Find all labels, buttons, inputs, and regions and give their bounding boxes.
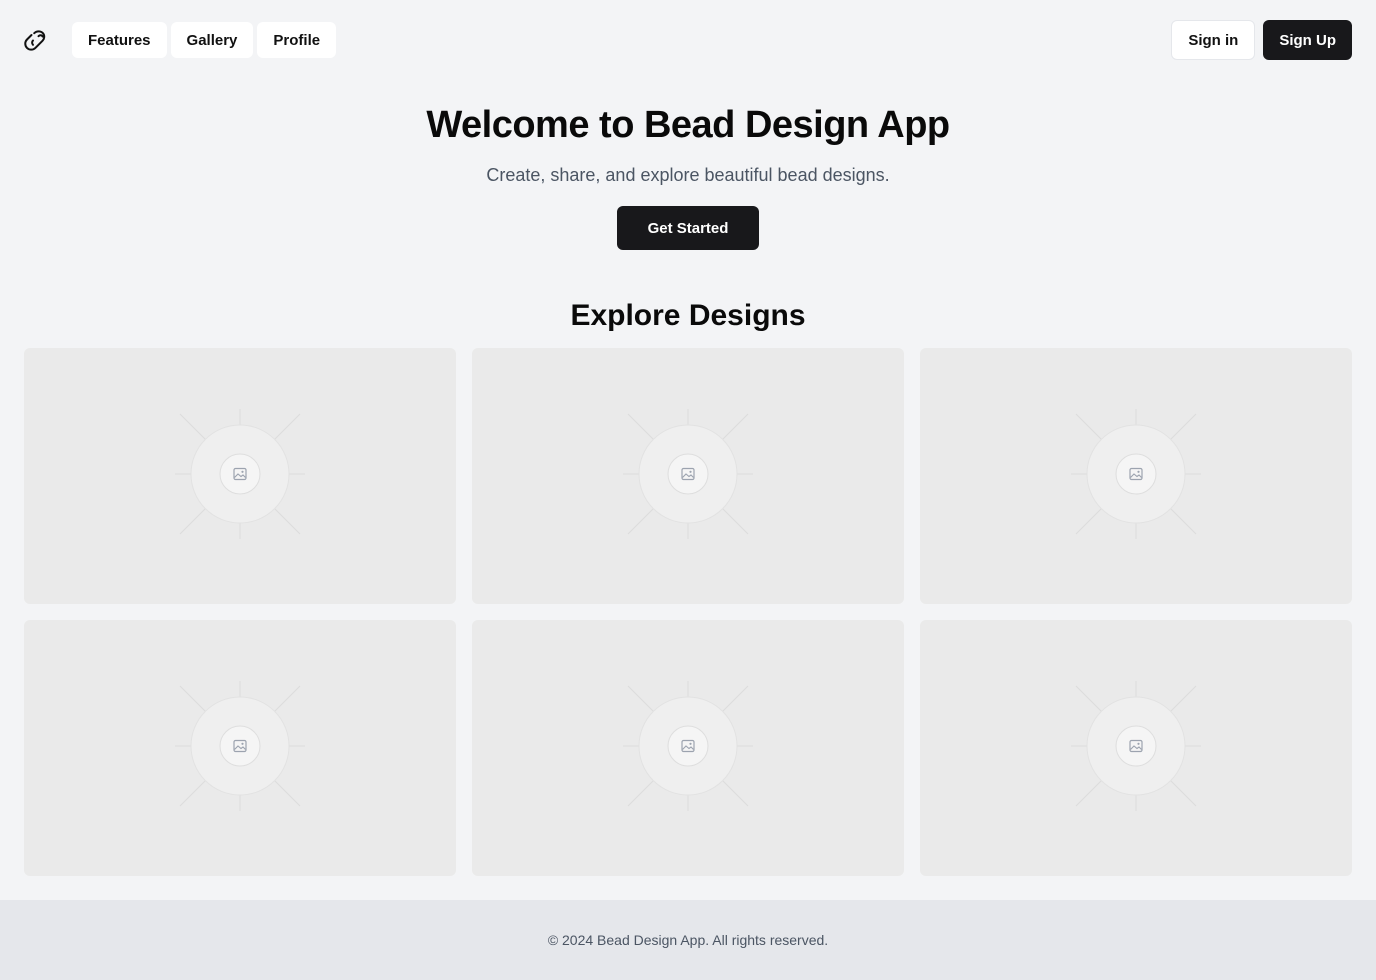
- design-grid: [24, 348, 1352, 876]
- bead-logo-icon[interactable]: [24, 28, 48, 52]
- sign-in-button[interactable]: Sign in: [1171, 20, 1256, 60]
- design-card[interactable]: [472, 620, 904, 876]
- left-nav: Features Gallery Profile: [24, 22, 340, 58]
- image-placeholder-icon: [1071, 408, 1201, 544]
- top-header: Features Gallery Profile Sign in Sign Up: [0, 0, 1376, 80]
- nav-profile[interactable]: Profile: [257, 22, 337, 58]
- site-footer: © 2024 Bead Design App. All rights reser…: [0, 900, 1376, 980]
- sign-up-button[interactable]: Sign Up: [1263, 20, 1352, 60]
- footer-copyright: © 2024 Bead Design App. All rights reser…: [547, 932, 829, 948]
- image-placeholder-icon: [175, 408, 305, 544]
- image-placeholder-icon: [623, 680, 753, 816]
- hero-title: Welcome to Bead Design App: [426, 104, 950, 146]
- design-card[interactable]: [472, 348, 904, 604]
- hero-subtitle: Create, share, and explore beautiful bea…: [486, 165, 890, 185]
- image-placeholder-icon: [1071, 680, 1201, 816]
- image-placeholder-icon: [175, 680, 305, 816]
- design-card[interactable]: [920, 620, 1352, 876]
- right-nav: Sign in Sign Up: [1171, 20, 1352, 60]
- hero-section: Welcome to Bead Design App Create, share…: [0, 80, 1376, 250]
- design-card[interactable]: [24, 620, 456, 876]
- explore-section: Explore Designs: [0, 298, 1376, 334]
- design-card[interactable]: [24, 348, 456, 604]
- nav-gallery[interactable]: Gallery: [170, 22, 254, 58]
- get-started-button[interactable]: Get Started: [617, 206, 759, 250]
- image-placeholder-icon: [623, 408, 753, 544]
- explore-title: Explore Designs: [570, 299, 806, 332]
- nav-features[interactable]: Features: [72, 22, 167, 58]
- design-card[interactable]: [920, 348, 1352, 604]
